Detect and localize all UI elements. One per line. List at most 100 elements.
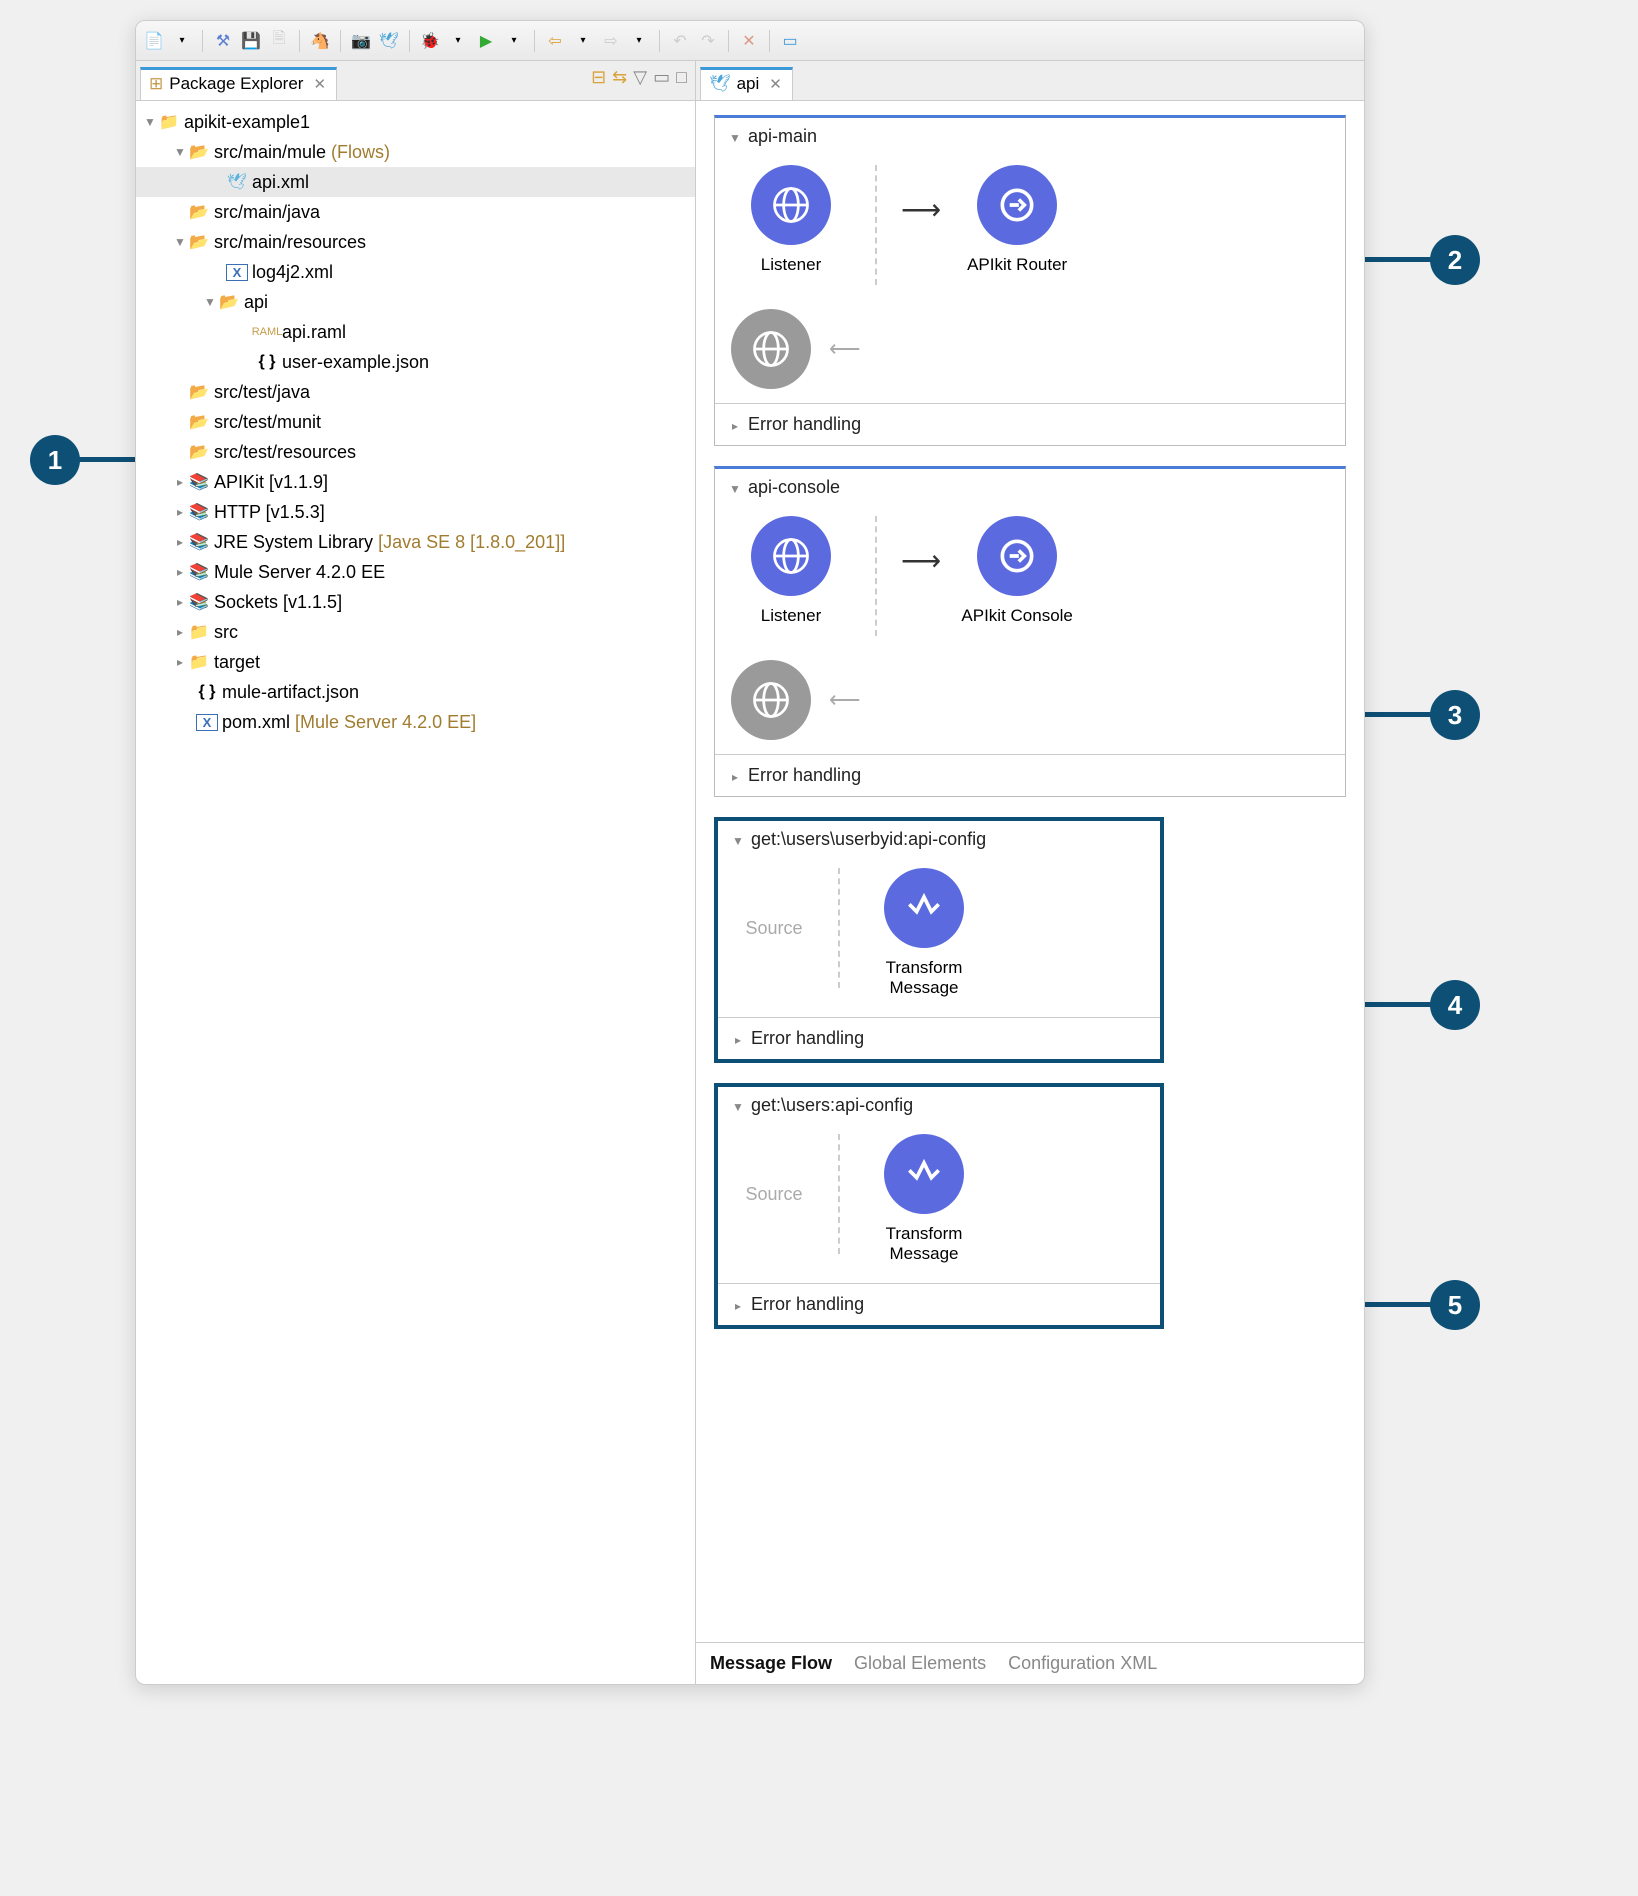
source-placeholder[interactable]: Source — [734, 1134, 814, 1205]
tree-file-api-xml[interactable]: 🕊api.xml — [136, 167, 695, 197]
save-all-icon[interactable]: 🗎 — [267, 29, 291, 53]
package-explorer-icon: ⊞ — [149, 74, 163, 94]
tree-lib-sockets[interactable]: ▸📚Sockets [v1.1.5] — [136, 587, 695, 617]
back-icon[interactable]: ⇦ — [543, 29, 567, 53]
flow-get-users[interactable]: ▼ get:\users:api-config Source Transform… — [714, 1083, 1164, 1329]
link-icon[interactable]: ⇆ — [612, 67, 627, 88]
tab-global-elements[interactable]: Global Elements — [854, 1653, 986, 1674]
divider — [728, 30, 729, 52]
tree-lib-http[interactable]: ▸📚HTTP [v1.5.3] — [136, 497, 695, 527]
mule-icon[interactable]: 🐴 — [308, 29, 332, 53]
tab-label: Package Explorer — [169, 74, 303, 94]
divider — [409, 30, 410, 52]
view-menu-icon[interactable]: ▽ — [633, 67, 647, 88]
new-icon[interactable]: 📄 — [142, 29, 166, 53]
editor-bottom-tabs: Message Flow Global Elements Configurati… — [696, 1642, 1364, 1684]
tree-folder-api[interactable]: ▼📂api — [136, 287, 695, 317]
tree-project[interactable]: ▼📁apikit-example1 — [136, 107, 695, 137]
source-separator — [875, 516, 877, 636]
error-handling-section[interactable]: ▸ Error handling — [715, 403, 1345, 445]
return-arrow-icon: ⟵ — [829, 336, 861, 362]
divider — [340, 30, 341, 52]
divider — [769, 30, 770, 52]
callout-2: 2 — [1430, 235, 1480, 285]
redo-icon[interactable]: ↷ — [696, 29, 720, 53]
error-handling-section[interactable]: ▸ Error handling — [715, 754, 1345, 796]
divider — [299, 30, 300, 52]
node-listener[interactable]: Listener — [731, 165, 851, 275]
error-handling-section[interactable]: ▸ Error handling — [718, 1017, 1160, 1059]
router-icon — [977, 165, 1057, 245]
dropdown-icon[interactable]: ▾ — [502, 29, 526, 53]
divider — [202, 30, 203, 52]
tree-lib-apikit[interactable]: ▸📚APIKit [v1.1.9] — [136, 467, 695, 497]
arrow-icon: ⟶ — [901, 544, 941, 577]
source-placeholder[interactable]: Source — [734, 868, 814, 939]
window-icon[interactable]: ▭ — [778, 29, 802, 53]
error-handling-section[interactable]: ▸ Error handling — [718, 1283, 1160, 1325]
tree-file-mule-artifact[interactable]: { }mule-artifact.json — [136, 677, 695, 707]
flow-canvas[interactable]: ▼ api-main Listener ⟶ — [696, 101, 1364, 1642]
editor-tab-api[interactable]: 🕊 api ✕ — [700, 67, 793, 100]
close-icon[interactable]: ✕ — [313, 75, 326, 93]
save-icon[interactable]: 💾 — [239, 29, 263, 53]
node-transform-message[interactable]: Transform Message — [864, 868, 984, 999]
tree-folder-main-java[interactable]: 📂src/main/java — [136, 197, 695, 227]
tree-file-api-raml[interactable]: RAMLapi.raml — [136, 317, 695, 347]
project-tree[interactable]: ▼📁apikit-example1 ▼📂src/main/mule (Flows… — [136, 101, 695, 1684]
tree-lib-muleserver[interactable]: ▸📚Mule Server 4.2.0 EE — [136, 557, 695, 587]
node-response[interactable] — [731, 309, 811, 389]
debug-icon[interactable]: 🐞 — [418, 29, 442, 53]
undo-icon[interactable]: ↶ — [668, 29, 692, 53]
dropdown-icon[interactable]: ▾ — [571, 29, 595, 53]
node-apikit-console[interactable]: APIkit Console — [957, 516, 1077, 626]
divider — [659, 30, 660, 52]
return-arrow-icon: ⟵ — [829, 687, 861, 713]
source-separator — [838, 868, 840, 988]
tree-folder-src[interactable]: ▸📁src — [136, 617, 695, 647]
stop-icon[interactable]: ✕ — [737, 29, 761, 53]
run-icon[interactable]: ▶ — [474, 29, 498, 53]
main-toolbar: 📄 ▾ ⚒ 💾 🗎 🐴 📷 🕊 🐞 ▾ ▶ ▾ ⇦ ▾ ⇨ ▾ ↶ ↷ ✕ ▭ — [136, 21, 1364, 61]
tree-lib-jre[interactable]: ▸📚JRE System Library [Java SE 8 [1.8.0_2… — [136, 527, 695, 557]
dropdown-icon[interactable]: ▾ — [446, 29, 470, 53]
node-transform-message[interactable]: Transform Message — [864, 1134, 984, 1265]
tree-file-pom[interactable]: Xpom.xml [Mule Server 4.2.0 EE] — [136, 707, 695, 737]
close-icon[interactable]: ✕ — [769, 75, 782, 93]
exchange-icon[interactable]: ⚒ — [211, 29, 235, 53]
minimize-icon[interactable]: ▭ — [653, 67, 670, 88]
callout-5: 5 — [1430, 1280, 1480, 1330]
dropdown-icon[interactable]: ▾ — [170, 29, 194, 53]
transform-icon — [884, 1134, 964, 1214]
tree-folder-target[interactable]: ▸📁target — [136, 647, 695, 677]
tab-message-flow[interactable]: Message Flow — [710, 1653, 832, 1674]
divider — [534, 30, 535, 52]
source-separator — [838, 1134, 840, 1254]
globe-icon — [751, 516, 831, 596]
node-listener[interactable]: Listener — [731, 516, 851, 626]
tree-folder-test-java[interactable]: 📂src/test/java — [136, 377, 695, 407]
node-response[interactable] — [731, 660, 811, 740]
maximize-icon[interactable]: □ — [676, 67, 687, 88]
tree-folder-test-munit[interactable]: 📂src/test/munit — [136, 407, 695, 437]
forward-icon[interactable]: ⇨ — [599, 29, 623, 53]
source-separator — [875, 165, 877, 285]
tree-file-user-example[interactable]: { }user-example.json — [136, 347, 695, 377]
package-explorer-tab[interactable]: ⊞ Package Explorer ✕ — [140, 67, 337, 100]
tree-folder-main-resources[interactable]: ▼📂src/main/resources — [136, 227, 695, 257]
tab-configuration-xml[interactable]: Configuration XML — [1008, 1653, 1157, 1674]
mule-file-icon: 🕊 — [709, 74, 731, 94]
flow-api-main[interactable]: ▼ api-main Listener ⟶ — [714, 115, 1346, 446]
console-icon — [977, 516, 1057, 596]
node-apikit-router[interactable]: APIkit Router — [957, 165, 1077, 275]
globe-icon — [731, 309, 811, 389]
flow-get-userbyid[interactable]: ▼ get:\users\userbyid:api-config Source … — [714, 817, 1164, 1063]
camera-icon[interactable]: 📷 — [349, 29, 373, 53]
dove-icon[interactable]: 🕊 — [377, 29, 401, 53]
tree-file-log4j[interactable]: Xlog4j2.xml — [136, 257, 695, 287]
tree-folder-flows[interactable]: ▼📂src/main/mule (Flows) — [136, 137, 695, 167]
flow-api-console[interactable]: ▼ api-console Listener ⟶ — [714, 466, 1346, 797]
dropdown-icon[interactable]: ▾ — [627, 29, 651, 53]
collapse-all-icon[interactable]: ⊟ — [591, 67, 606, 88]
tree-folder-test-resources[interactable]: 📂src/test/resources — [136, 437, 695, 467]
